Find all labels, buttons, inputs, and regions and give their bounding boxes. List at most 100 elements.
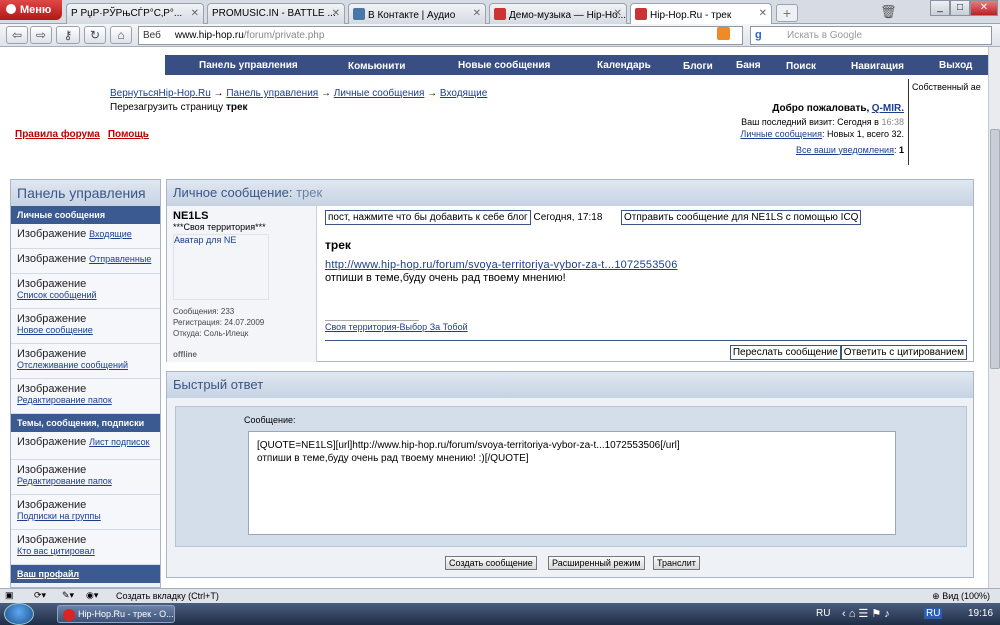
- rules-link[interactable]: Правила форума: [15, 129, 100, 140]
- sidebar-link[interactable]: Входящие: [89, 229, 132, 239]
- sidebar-item-quoted[interactable]: Изображение Кто вас цитировал: [11, 530, 160, 565]
- sidebar-item-new[interactable]: Изображение Новое сообщение: [11, 309, 160, 344]
- back-link[interactable]: Вернуться: [110, 88, 159, 99]
- sidebar-link[interactable]: Лист подписок: [89, 437, 149, 447]
- sidebar-item-tracking[interactable]: Изображение Отслеживание сообщений: [11, 344, 160, 379]
- rss-icon[interactable]: [717, 27, 730, 40]
- tab-2[interactable]: PROMUSIC.IN - BATTLE ... ✕: [207, 3, 345, 24]
- message-textarea[interactable]: [QUOTE=NE1LS][url]http://www.hip-hop.ru/…: [248, 431, 896, 535]
- search-input[interactable]: g Искать в Google: [750, 26, 992, 45]
- close-icon[interactable]: ✕: [191, 8, 199, 19]
- advanced-mode-button[interactable]: Расширенный режим: [548, 556, 645, 570]
- sync-icon[interactable]: ⟳▾: [34, 590, 46, 601]
- home-button[interactable]: ⌂: [110, 26, 132, 44]
- vertical-scrollbar[interactable]: [988, 47, 1000, 588]
- new-tab-button[interactable]: +: [776, 4, 798, 22]
- nav-community[interactable]: Комьюнити: [348, 61, 405, 72]
- nav-logout[interactable]: Выход: [939, 60, 972, 71]
- rules-row: Правила форума Помощь: [15, 129, 157, 140]
- nav-banya[interactable]: Баня: [736, 60, 761, 71]
- notifications-link[interactable]: Все ваши уведомления: [796, 145, 894, 155]
- sidebar-link[interactable]: Подписки на группы: [17, 511, 160, 521]
- zoom-control[interactable]: ⊕ Вид (100%): [932, 591, 990, 602]
- reload-button[interactable]: ↻: [84, 26, 106, 44]
- tab-4[interactable]: Демо-музыка — Hip-Ho... ✕: [489, 3, 627, 24]
- pm-link[interactable]: Личные сообщения: [740, 129, 822, 139]
- back-button[interactable]: ⇦: [6, 26, 28, 44]
- nav-blogs[interactable]: Блоги: [683, 61, 713, 72]
- sidebar-link[interactable]: Редактирование папок: [17, 395, 160, 405]
- nav-search[interactable]: Поиск: [786, 61, 816, 72]
- forward-button[interactable]: ⇨: [30, 26, 52, 44]
- sidebar-item-inbox[interactable]: Изображение Входящие: [11, 224, 160, 249]
- author-name[interactable]: NE1LS: [173, 210, 310, 222]
- sidebar-item-folders-2[interactable]: Изображение Редактирование папок: [11, 460, 160, 495]
- sidebar-link[interactable]: Новое сообщение: [17, 325, 160, 335]
- address-input[interactable]: Веб www.hip-hop.ru/forum/private.php: [138, 26, 743, 45]
- sidebar-link[interactable]: Кто вас цитировал: [17, 546, 160, 556]
- maximize-button[interactable]: □: [950, 0, 970, 16]
- start-button[interactable]: [4, 603, 34, 625]
- crumb-site[interactable]: Hip-Hop.Ru: [159, 88, 211, 99]
- reload-label[interactable]: Перезагрузить страницу: [110, 102, 223, 113]
- sidebar-link[interactable]: Отправленные: [89, 254, 151, 264]
- welcome-greeting: Добро пожаловать,: [772, 103, 870, 114]
- sidebar-item-sent[interactable]: Изображение Отправленные: [11, 249, 160, 274]
- close-icon[interactable]: ✕: [332, 8, 340, 19]
- nav-control-panel[interactable]: Панель управления: [199, 60, 298, 71]
- sidebar-link[interactable]: Отслеживание сообщений: [17, 360, 160, 370]
- help-link[interactable]: Помощь: [108, 129, 149, 140]
- textarea-line-2: отпиши в теме,буду очень рад твоему мнен…: [257, 453, 529, 464]
- tab-3[interactable]: В Контакте | Аудио ✕: [348, 3, 486, 24]
- wand-icon[interactable]: ✎▾: [62, 590, 74, 601]
- taskbar-item-opera[interactable]: Hip-Hop.Ru - трек - О...: [57, 605, 175, 623]
- panel-toggle-icon[interactable]: ▣: [5, 590, 14, 601]
- tray-icons[interactable]: ‹ ⌂ ☰ ⚑ ♪: [842, 607, 890, 620]
- clock[interactable]: 19:16: [968, 608, 993, 619]
- author-from: Откуда: Соль-Илецк: [173, 329, 249, 338]
- message-label: Сообщение:: [244, 415, 296, 425]
- new-tab-icon[interactable]: ◉▾: [86, 590, 98, 601]
- trash-icon[interactable]: 🗑: [880, 4, 897, 20]
- minimize-button[interactable]: _: [930, 0, 950, 16]
- nav-calendar[interactable]: Календарь: [597, 60, 651, 71]
- crumb-pm[interactable]: Личные сообщения: [334, 88, 425, 99]
- textarea-line-1: [QUOTE=NE1LS][url]http://www.hip-hop.ru/…: [257, 440, 680, 451]
- icq-link[interactable]: Отправить сообщение для NE1LS с помощью …: [621, 210, 862, 225]
- sidebar-link[interactable]: Список сообщений: [17, 290, 160, 300]
- hiphop-icon: [494, 8, 506, 20]
- scrollbar-thumb[interactable]: [990, 129, 1000, 369]
- crumb-inbox[interactable]: Входящие: [440, 88, 487, 99]
- tab-5-active[interactable]: Hip-Hop.Ru - трек ✕: [630, 3, 772, 25]
- sidebar-section-profile[interactable]: Ваш профайл: [11, 565, 160, 583]
- key-icon[interactable]: ⚷: [56, 26, 80, 44]
- new-tab-status[interactable]: Создать вкладку (Ctrl+T): [116, 591, 219, 601]
- crumb-control-panel[interactable]: Панель управления: [226, 88, 318, 99]
- sidebar-item-folders[interactable]: Изображение Редактирование папок: [11, 379, 160, 414]
- nav-new-posts[interactable]: Новые сообщения: [458, 60, 550, 71]
- user-link[interactable]: Q-MIR.: [872, 103, 904, 114]
- tab-1[interactable]: Р РџР·РЎРњСЃР°С‚Р°... ✕: [66, 3, 204, 24]
- language-indicator[interactable]: RU: [816, 608, 830, 619]
- sidebar-item-list[interactable]: Изображение Список сообщений: [11, 274, 160, 309]
- sidebar-item-groups[interactable]: Изображение Подписки на группы: [11, 495, 160, 530]
- opera-menu-button[interactable]: Меню: [0, 0, 62, 20]
- nav-navigation[interactable]: Навигация: [851, 61, 904, 72]
- sidebar-section-pm[interactable]: Личные сообщения: [11, 206, 160, 224]
- forward-button[interactable]: Переслать сообщение: [729, 345, 841, 360]
- sidebar-item-subscriptions[interactable]: Изображение Лист подписок: [11, 432, 160, 460]
- language-badge[interactable]: RU: [924, 608, 943, 619]
- close-icon[interactable]: ✕: [759, 8, 767, 19]
- signature-link[interactable]: Своя территория-Выбор За Тобой: [325, 322, 468, 332]
- panel-title-subject: трек: [296, 185, 323, 200]
- blog-hint[interactable]: пост, нажмите что бы добавить к себе бло…: [325, 210, 531, 225]
- close-icon[interactable]: ✕: [614, 8, 622, 19]
- sidebar-section-topics[interactable]: Темы, сообщения, подписки: [11, 414, 160, 432]
- close-icon[interactable]: ✕: [473, 8, 481, 19]
- sidebar-link[interactable]: Редактирование папок: [17, 476, 160, 486]
- close-window-button[interactable]: ✕: [970, 0, 998, 16]
- reply-quote-button[interactable]: Ответить с цитированием: [840, 345, 967, 360]
- translit-button[interactable]: Транслит: [653, 556, 700, 570]
- create-message-button[interactable]: Создать сообщение: [445, 556, 537, 570]
- message-link[interactable]: http://www.hip-hop.ru/forum/svoya-territ…: [325, 259, 678, 271]
